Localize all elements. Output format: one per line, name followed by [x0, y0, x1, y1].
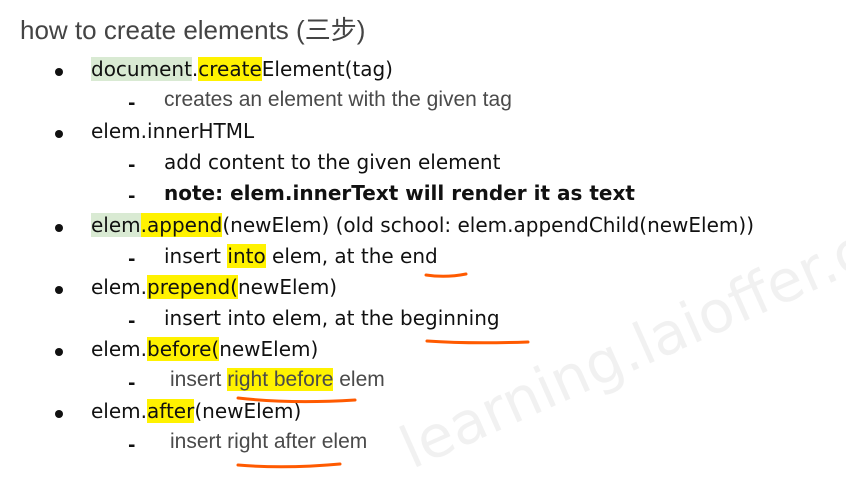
text-segment: add content to the given element: [164, 150, 501, 175]
text-segment: elem: [333, 368, 385, 391]
text-segment: note: elem.innerText will render it as t…: [164, 181, 635, 206]
page-title: how to create elements (三步): [20, 15, 366, 45]
list-item: elem.innerHTML: [91, 119, 254, 150]
dash-icon: -: [128, 373, 136, 394]
text-segment: insert right after elem: [170, 430, 368, 454]
dash-icon: -: [128, 155, 136, 177]
highlighted-text: .append: [140, 212, 223, 237]
highlighted-text: document: [91, 57, 192, 81]
highlighted-text: after: [147, 399, 195, 424]
highlighted-text: right before: [227, 368, 334, 391]
sub-list-item: insert right before elem: [170, 368, 385, 399]
list-item: elem.after(newElem): [91, 399, 301, 430]
text-segment: elem.innerHTML: [91, 119, 255, 144]
sub-list-item: add content to the given element: [164, 150, 500, 181]
list-item: elem.before(newElem): [91, 336, 319, 368]
text-segment: insert: [164, 243, 228, 268]
text-segment: elem.: [91, 399, 148, 424]
dash-icon: -: [128, 93, 136, 115]
sub-list-item: note: elem.innerText will render it as t…: [164, 181, 635, 212]
list-item: elem.prepend(newElem): [91, 274, 338, 306]
bullet-icon: [55, 130, 63, 139]
text-segment: creates an element with the given tag: [164, 88, 512, 112]
text-segment: elem.: [91, 274, 148, 299]
highlighted-text: into: [227, 243, 266, 268]
list-item: document.createElement(tag): [91, 57, 393, 88]
bullet-icon: [55, 347, 63, 356]
text-segment: (newElem) (old school: elem.appendChild(…: [222, 212, 754, 237]
text-segment: newElem): [219, 336, 319, 361]
bullet-icon: [55, 410, 63, 419]
text-segment: elem.: [91, 336, 148, 361]
dash-icon: -: [128, 310, 136, 332]
text-segment: Element(tag): [261, 57, 393, 81]
bullet-icon: [55, 223, 63, 232]
highlighted-text: elem: [91, 212, 141, 237]
sub-list-item: creates an element with the given tag: [164, 88, 512, 119]
text-segment: (newElem): [194, 399, 302, 424]
text-segment: newElem): [237, 274, 338, 299]
underline-right-after: [236, 462, 342, 469]
dash-icon: -: [128, 186, 136, 208]
dash-icon: -: [128, 435, 136, 457]
sub-list-item: insert into elem, at the end: [164, 243, 438, 275]
highlighted-text: before(: [147, 336, 220, 361]
highlighted-text: create: [198, 57, 262, 81]
text-segment: insert into elem, at the beginning: [164, 305, 500, 330]
text-segment: elem, at the end: [265, 243, 438, 268]
underline-beginning: [425, 339, 530, 345]
highlighted-text: prepend(: [147, 274, 238, 299]
list-item: elem.append(newElem) (old school: elem.a…: [91, 212, 754, 244]
bullet-icon: [55, 285, 63, 294]
dash-icon: -: [128, 248, 136, 270]
sub-list-item: insert into elem, at the beginning: [164, 306, 500, 337]
sub-list-item: insert right after elem: [170, 430, 367, 461]
text-segment: insert: [170, 368, 228, 391]
bullet-icon: [55, 68, 63, 76]
